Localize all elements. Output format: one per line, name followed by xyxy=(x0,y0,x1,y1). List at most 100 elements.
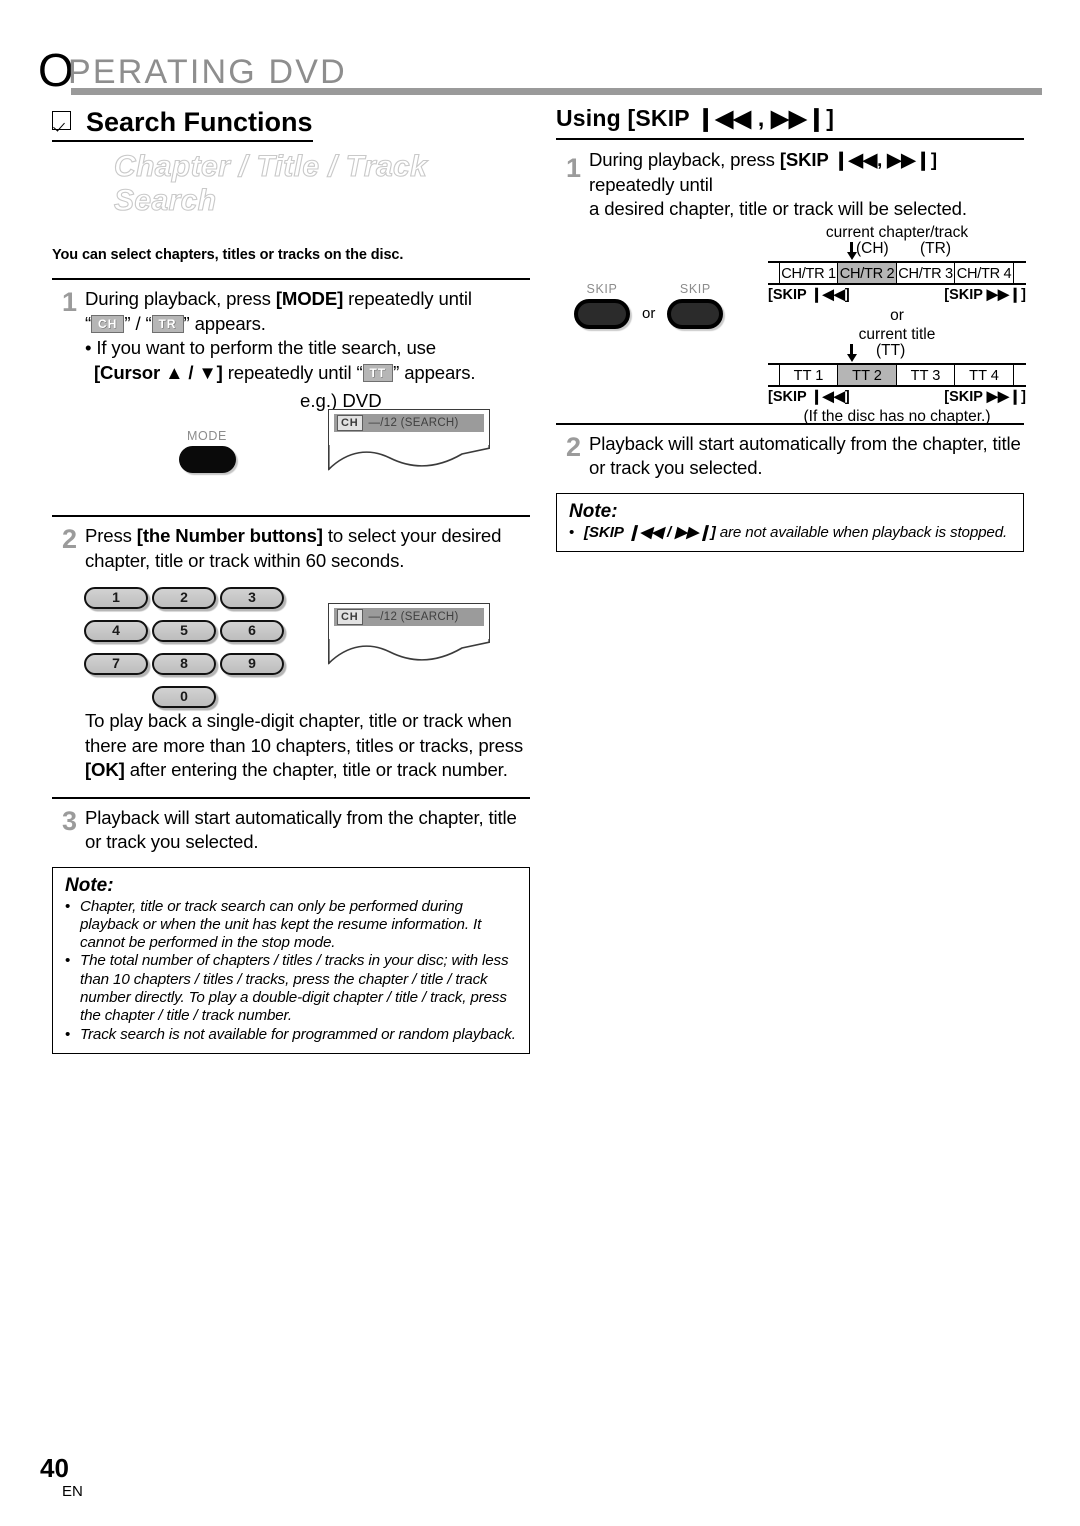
subsection-outline-title: Chapter / Title / Track Search xyxy=(113,149,428,217)
number-key-5[interactable]: 5 xyxy=(152,620,216,642)
right-step-2-line-2: or track you selected. xyxy=(589,457,763,478)
skip-next-label-ch: [SKIP ▶▶❙] xyxy=(944,286,1026,303)
osd-display-2-frame: CH —/12 (SEARCH) xyxy=(328,603,490,639)
osd-display-2-bar: CH —/12 (SEARCH) xyxy=(334,608,484,626)
page-footer: 40 EN xyxy=(40,1454,83,1500)
osd-display-2: CH —/12 (SEARCH) xyxy=(328,603,490,668)
using-skip-title: Using [SKIP ❙◀◀ , ▶▶❙] xyxy=(556,104,1024,140)
step-1-figure: e.g.) DVD MODE CH —/12 (SEARCH) xyxy=(52,389,530,501)
number-key-2[interactable]: 2 xyxy=(152,587,216,609)
number-key-1[interactable]: 1 xyxy=(84,587,148,609)
number-key-3[interactable]: 3 xyxy=(220,587,284,609)
osd-ch-tag-icon: CH xyxy=(337,415,363,431)
right-step-1-number: 1 xyxy=(566,153,582,183)
note-title-left: Note: xyxy=(65,874,114,896)
note-box-right: Note: [SKIP ❙◀◀ / ▶▶❙] are not available… xyxy=(556,492,1024,552)
step-1-quote-close: ” appears. xyxy=(183,312,266,334)
skip-next-label-tt: [SKIP ▶▶❙] xyxy=(944,388,1026,405)
lead-text: You can select chapters, titles or track… xyxy=(52,247,404,263)
step-1-bullet-line-2: [Cursor ▲ / ▼] repeatedly until “TT” app… xyxy=(85,361,530,386)
step-1-bullet-line-1: • If you want to perform the title searc… xyxy=(85,337,436,358)
page-header: O PERATING DVD xyxy=(38,44,1042,100)
osd-ch-tag-icon-2: CH xyxy=(337,609,363,625)
left-column: Search Functions Chapter / Title / Track… xyxy=(52,106,530,1054)
step-1: 1 During playback, press [MODE] repeated… xyxy=(52,278,530,501)
step-1-quote-mid: ” / “ xyxy=(124,312,152,334)
note-list-left: Chapter, title or track search can only … xyxy=(65,898,519,1044)
note-item: Track search is not available for progra… xyxy=(65,1026,519,1044)
step-2-text-c: to select your desired xyxy=(322,525,502,546)
osd-display-1-frame: CH —/12 (SEARCH) xyxy=(328,409,490,445)
step-3-line-1: Playback will start automatically from t… xyxy=(85,806,517,828)
mode-button-label: MODE xyxy=(187,429,227,443)
right-step-1-text-a: During playback, press xyxy=(589,149,780,170)
skip-or-label: or xyxy=(642,304,656,322)
tv-wave-edge-icon xyxy=(328,444,490,471)
skip-next-button-label: SKIP xyxy=(679,281,711,296)
right-step-2-body: Playback will start automatically from t… xyxy=(556,432,1024,481)
number-key-8[interactable]: 8 xyxy=(152,653,216,675)
step-2: 2 Press [the Number buttons] to select y… xyxy=(52,515,530,783)
tr-tag-icon: TR xyxy=(151,314,184,333)
number-buttons-key-label: [the Number buttons] xyxy=(136,525,323,546)
skip-prev-button[interactable] xyxy=(574,298,630,329)
number-key-7[interactable]: 7 xyxy=(84,653,148,675)
chapter-segment-2: CH/TR 2 xyxy=(837,262,897,283)
note-box-left: Note: Chapter, title or track search can… xyxy=(52,866,530,1054)
osd-display-1-text: —/12 (SEARCH) xyxy=(368,417,459,429)
diagram-or-separator: or xyxy=(890,306,904,324)
right-step-1-line-2: a desired chapter, title or track will b… xyxy=(589,198,967,219)
right-step-2-line-1: Playback will start automatically from t… xyxy=(589,432,1021,454)
page-number: 40 xyxy=(40,1453,69,1483)
chapter-segment-1: CH/TR 1 xyxy=(778,262,839,283)
mode-button-group: MODE xyxy=(152,429,262,473)
step-2-para-line-3: after entering the chapter, title or tra… xyxy=(124,759,508,780)
mode-button[interactable] xyxy=(178,446,236,473)
step-2-text-a: Press xyxy=(85,525,137,546)
step-1-body: During playback, press [MODE] repeatedly… xyxy=(52,287,530,385)
ch-tag-icon: CH xyxy=(91,314,125,333)
skip-note-key-label: [SKIP ❙◀◀ / ▶▶❙] xyxy=(584,523,716,541)
skip-prev-label-tt: [SKIP ❙◀◀] xyxy=(768,388,850,405)
title-segment-2: TT 2 xyxy=(837,364,897,385)
step-1-number: 1 xyxy=(62,287,78,317)
header-rule xyxy=(71,88,1042,95)
ch-paren-label: (CH) xyxy=(856,239,889,257)
right-step-2: 2 Playback will start automatically from… xyxy=(556,422,1024,552)
number-key-0[interactable]: 0 xyxy=(152,686,216,708)
skip-key-label: [SKIP ❙◀◀, ▶▶❙] xyxy=(779,149,937,170)
right-step-1-body: During playback, press [SKIP ❙◀◀, ▶▶❙] r… xyxy=(556,148,1024,222)
step-2-para-line-2: there are more than 10 chapters, titles … xyxy=(85,734,524,756)
skip-next-button[interactable] xyxy=(667,298,724,329)
cursor-key-label: [Cursor ▲ / ▼] xyxy=(94,361,223,383)
chapter-skip-labels: [SKIP ❙◀◀] [SKIP ▶▶❙] xyxy=(768,286,1026,304)
step-1-key-mode: [MODE] xyxy=(275,288,344,309)
number-keypad: 1 2 3 4 5 6 7 8 9 0 CH —/12 (SEARCH) xyxy=(52,581,530,708)
note-list-right: [SKIP ❙◀◀ / ▶▶❙] are not available when … xyxy=(569,524,1013,542)
step-3-body: Playback will start automatically from t… xyxy=(52,806,530,855)
ok-key-label: [OK] xyxy=(85,759,125,780)
step-1-text-c: repeatedly until xyxy=(343,288,472,309)
step-1-text-a: During playback, press xyxy=(85,288,276,309)
number-key-6[interactable]: 6 xyxy=(220,620,284,642)
skip-next-button-group: SKIP xyxy=(663,282,727,329)
chapter-segment-4: CH/TR 4 xyxy=(954,262,1014,283)
osd-display-2-text: —/12 (SEARCH) xyxy=(368,611,459,623)
chapter-segment-table: CH/TR 1 CH/TR 2 CH/TR 3 CH/TR 4 xyxy=(768,260,1026,285)
tt-paren-label: (TT) xyxy=(876,341,906,359)
skip-figure: SKIP or SKIP current chapter/track (CH) … xyxy=(556,224,1026,425)
skip-prev-button-group: SKIP xyxy=(570,282,634,329)
section-title-label: Search Functions xyxy=(86,107,313,137)
title-segment-3: TT 3 xyxy=(895,364,956,385)
right-column: Using [SKIP ❙◀◀ , ▶▶❙] 1 During playback… xyxy=(556,104,1026,552)
number-key-9[interactable]: 9 xyxy=(220,653,284,675)
number-key-4[interactable]: 4 xyxy=(84,620,148,642)
title-segment-4: TT 4 xyxy=(954,364,1014,385)
step-1-bullet-text-c: ” appears. xyxy=(393,361,476,383)
step-2-number: 2 xyxy=(62,524,78,554)
chapter-arrow-row: (CH) (TR) xyxy=(768,239,1026,261)
step-3-number: 3 xyxy=(62,805,78,836)
note-item: [SKIP ❙◀◀ / ▶▶❙] are not available when … xyxy=(569,524,1013,542)
skip-prev-label-ch: [SKIP ❙◀◀] xyxy=(768,286,850,303)
step-3: 3 Playback will start automatically from… xyxy=(52,796,530,1054)
